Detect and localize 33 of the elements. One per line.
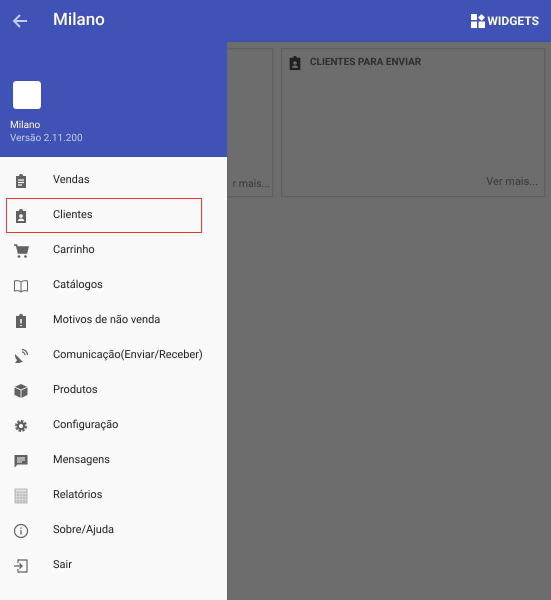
drawer-item[interactable]: Sobre/Ajuda: [6, 513, 202, 548]
drawer-item[interactable]: Motivos de não venda: [6, 303, 202, 338]
chat-icon: [13, 452, 29, 468]
drawer-item[interactable]: Clientes: [6, 198, 202, 233]
info-icon: [13, 522, 29, 538]
drawer-item[interactable]: Produtos: [6, 373, 202, 408]
cart-icon: [13, 242, 29, 258]
alert-clipboard-icon: [13, 312, 29, 328]
spreadsheet-icon: [13, 488, 29, 504]
exit-icon: [13, 558, 29, 574]
widgets-button[interactable]: WIDGETS: [471, 12, 539, 30]
drawer-item[interactable]: Vendas: [6, 163, 202, 198]
drawer-item[interactable]: Mensagens: [6, 443, 202, 478]
contact-badge-icon: [13, 208, 29, 224]
widget-title: CLIENTES PARA ENVIAR: [310, 56, 422, 70]
drawer-item[interactable]: Carrinho: [6, 233, 202, 268]
drawer-item[interactable]: Relatórios: [6, 478, 202, 513]
drawer-item[interactable]: Sair: [6, 548, 202, 583]
drawer-item[interactable]: Configuração: [6, 408, 202, 443]
widgets-icon: [471, 14, 486, 28]
drawer-item[interactable]: Catálogos: [6, 268, 202, 303]
package-icon: [13, 382, 29, 398]
clipboard-icon: [13, 172, 29, 188]
book-icon: [13, 278, 29, 294]
back-icon[interactable]: [12, 13, 28, 29]
drawer-item[interactable]: Comunicação(Enviar/Receber): [6, 338, 202, 373]
user-name: Milano: [10, 119, 42, 132]
gear-icon: [13, 418, 29, 434]
contact-badge-icon: [288, 56, 302, 70]
app-title: Milano: [53, 9, 105, 32]
avatar-square: [13, 81, 41, 109]
version-text: Versão 2.11.200: [10, 132, 84, 146]
satellite-dish-icon: [13, 348, 29, 364]
